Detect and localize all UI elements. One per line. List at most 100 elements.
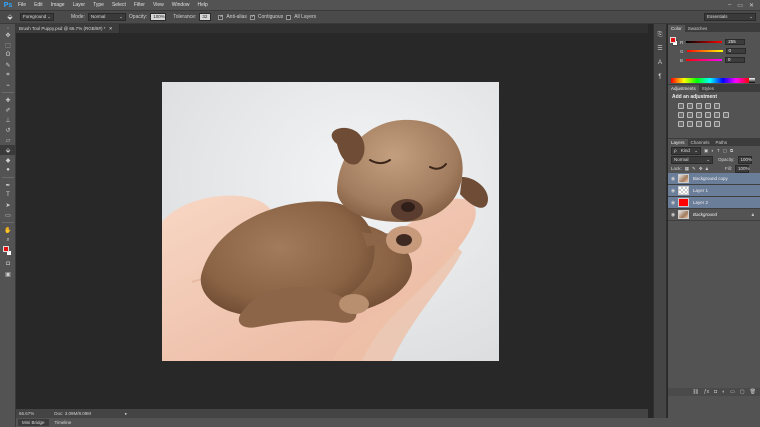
lock-all-icon[interactable]: 🔒︎ xyxy=(706,166,708,171)
tab-channels[interactable]: Channels xyxy=(688,139,713,146)
visibility-eye-icon[interactable]: ◉ xyxy=(668,176,678,182)
hand-tool-icon[interactable]: ✋ xyxy=(0,225,16,235)
healing-brush-tool-icon[interactable]: ✚ xyxy=(0,95,16,105)
menu-type[interactable]: Type xyxy=(89,2,108,8)
dodge-tool-icon[interactable]: ● xyxy=(0,165,16,175)
all-layers-checkbox[interactable] xyxy=(286,14,292,20)
exposure-icon[interactable] xyxy=(705,103,711,109)
lasso-tool-icon[interactable]: ʘ xyxy=(0,50,16,60)
move-tool-icon[interactable]: ✥ xyxy=(0,30,16,40)
curves-icon[interactable] xyxy=(696,103,702,109)
layer-opacity-input[interactable]: 100% xyxy=(737,155,752,164)
tab-color[interactable]: Color xyxy=(668,25,685,32)
black-white-icon[interactable] xyxy=(696,112,702,118)
tab-layers[interactable]: Layers xyxy=(668,139,688,146)
mode-select[interactable]: Normal ⌄ xyxy=(87,13,126,21)
gradient-map-icon[interactable] xyxy=(705,121,711,127)
visibility-eye-icon[interactable]: ◉ xyxy=(668,212,678,218)
invert-icon[interactable] xyxy=(678,121,684,127)
workspace-select[interactable]: Essentials ⌄ xyxy=(704,13,756,21)
channel-mixer-icon[interactable] xyxy=(714,112,720,118)
menu-edit[interactable]: Edit xyxy=(30,2,47,8)
filter-pixel-icon[interactable]: ▣ xyxy=(704,148,708,154)
selective-color-icon[interactable] xyxy=(714,121,720,127)
filter-adjustment-icon[interactable]: ◐ xyxy=(711,148,714,153)
brush-tool-icon[interactable]: ✐ xyxy=(0,105,16,115)
brightness-contrast-icon[interactable] xyxy=(678,103,684,109)
layer-row-background[interactable]: ◉ Background 🔒︎ xyxy=(668,209,760,221)
tab-styles[interactable]: Styles xyxy=(699,85,717,92)
filter-shape-icon[interactable]: ▢ xyxy=(723,148,727,154)
lock-position-icon[interactable]: ✥ xyxy=(699,166,703,172)
tab-mini-bridge[interactable]: Mini Bridge xyxy=(18,419,49,426)
tab-paths[interactable]: Paths xyxy=(713,139,731,146)
blur-tool-icon[interactable]: ◆ xyxy=(0,155,16,165)
maximize-button[interactable]: ▭ xyxy=(737,2,743,9)
levels-icon[interactable] xyxy=(687,103,693,109)
new-layer-icon[interactable]: ▢ xyxy=(740,389,745,395)
foreground-color-swatch[interactable] xyxy=(670,37,676,43)
add-mask-icon[interactable]: ◘ xyxy=(714,389,717,395)
eraser-tool-icon[interactable]: ▱ xyxy=(0,135,16,145)
red-value-input[interactable]: 255 xyxy=(725,39,746,45)
foreground-color-swatch[interactable] xyxy=(3,246,9,252)
blend-mode-select[interactable]: Normal ⌄ xyxy=(671,155,713,164)
vibrance-icon[interactable] xyxy=(714,103,720,109)
color-lookup-icon[interactable] xyxy=(723,112,729,118)
layer-row-layer-2[interactable]: ◉ Layer 2 xyxy=(668,197,760,209)
quick-select-tool-icon[interactable]: ✎ xyxy=(0,60,16,70)
new-group-icon[interactable]: ▭ xyxy=(730,389,735,395)
anti-alias-checkbox[interactable]: ✓ xyxy=(218,14,224,20)
menu-file[interactable]: File xyxy=(14,2,30,8)
link-layers-icon[interactable]: ⛓ xyxy=(692,389,698,395)
green-value-input[interactable]: 0 xyxy=(725,48,746,54)
minimize-button[interactable]: – xyxy=(728,2,731,9)
history-brush-tool-icon[interactable]: ↺ xyxy=(0,125,16,135)
fill-source-select[interactable]: Foreground ⌄ xyxy=(20,13,54,21)
opacity-input[interactable]: 100% xyxy=(150,13,167,21)
layer-row-layer-1[interactable]: ◉ Layer 1 xyxy=(668,185,760,197)
history-panel-icon[interactable]: ⎘ xyxy=(654,30,666,40)
visibility-eye-icon[interactable]: ◉ xyxy=(668,188,678,194)
layer-style-icon[interactable]: ƒx xyxy=(704,389,709,395)
paint-bucket-tool-icon[interactable]: ⬙ xyxy=(0,145,16,155)
green-slider[interactable] xyxy=(686,50,723,52)
color-balance-icon[interactable] xyxy=(687,112,693,118)
hue-saturation-icon[interactable] xyxy=(678,112,684,118)
path-selection-tool-icon[interactable]: ➤ xyxy=(0,200,16,210)
menu-select[interactable]: Select xyxy=(108,2,130,8)
menu-help[interactable]: Help xyxy=(194,2,212,8)
lock-transparent-icon[interactable]: ▦ xyxy=(685,166,689,172)
red-slider[interactable] xyxy=(686,41,723,43)
color-spectrum-ramp[interactable] xyxy=(671,78,749,83)
paragraph-panel-icon[interactable]: ¶ xyxy=(654,72,666,82)
character-panel-icon[interactable]: A xyxy=(654,58,666,68)
contiguous-checkbox[interactable]: ✓ xyxy=(249,14,255,20)
close-button[interactable]: ✕ xyxy=(749,2,754,9)
color-swatches[interactable] xyxy=(0,245,15,259)
menu-filter[interactable]: Filter xyxy=(130,2,149,8)
threshold-icon[interactable] xyxy=(696,121,702,127)
clone-stamp-tool-icon[interactable]: ⊥ xyxy=(0,115,16,125)
paint-bucket-tool-preset-icon[interactable]: ⬙ xyxy=(3,13,17,21)
filter-smart-object-icon[interactable]: ⧉ xyxy=(730,148,733,153)
zoom-level[interactable]: 66.67% xyxy=(19,411,34,416)
layer-row-background-copy[interactable]: ◉ Background copy xyxy=(668,173,760,185)
status-menu-arrow-icon[interactable]: ▸ xyxy=(125,411,127,417)
puppy-photo[interactable] xyxy=(162,82,499,361)
zoom-tool-icon[interactable]: ⌕ xyxy=(0,235,16,245)
visibility-eye-icon[interactable]: ◉ xyxy=(668,200,678,206)
properties-panel-icon[interactable]: ☰ xyxy=(654,44,666,54)
tab-adjustments[interactable]: Adjustments xyxy=(668,85,699,92)
posterize-icon[interactable] xyxy=(687,121,693,127)
shape-tool-icon[interactable]: ▭ xyxy=(0,210,16,220)
layer-kind-filter[interactable]: ρ Kind ⌄ xyxy=(671,146,701,155)
photo-filter-icon[interactable] xyxy=(705,112,711,118)
menu-view[interactable]: View xyxy=(149,2,168,8)
document-tab[interactable]: Brush Tool Puppy.psd @ 66.7% (RGB/8#) * … xyxy=(16,24,120,33)
filter-type-icon[interactable]: T xyxy=(717,148,720,153)
blue-value-input[interactable]: 0 xyxy=(725,57,746,63)
fill-input[interactable]: 100% xyxy=(735,164,750,173)
pen-tool-icon[interactable]: ✒ xyxy=(0,180,16,190)
grayscale-ramp[interactable] xyxy=(749,78,755,83)
